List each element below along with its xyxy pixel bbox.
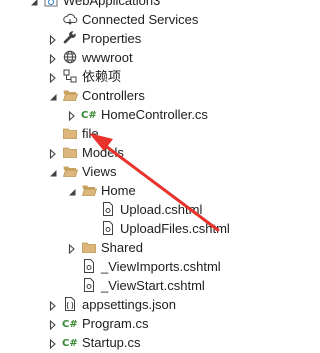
folder-open-icon <box>81 182 98 198</box>
tree-item-label: WebApplication3 <box>63 0 161 8</box>
tree-item[interactable]: C# Startup.cs <box>0 333 287 352</box>
tree-item-label: Connected Services <box>82 12 199 27</box>
csharp-file-icon: C# <box>62 334 78 350</box>
folder-open-icon <box>62 87 79 103</box>
collapsed-arrow-icon[interactable] <box>48 33 58 46</box>
tree-item-label: HomeController.cs <box>101 107 208 122</box>
tree-item[interactable]: appsettings.json <box>0 295 287 314</box>
collapsed-arrow-icon[interactable] <box>67 109 77 122</box>
razor-file-icon <box>100 201 116 217</box>
globe-icon <box>62 49 78 65</box>
wrench-icon <box>62 30 78 46</box>
tree-item-label: file <box>82 126 99 141</box>
tree-item[interactable]: Views <box>0 162 287 181</box>
tree-item[interactable]: _ViewStart.cshtml <box>0 276 287 295</box>
tree-item[interactable]: WebApplication3 <box>0 0 287 10</box>
expanded-arrow-icon[interactable] <box>29 0 39 6</box>
tree-item-label: appsettings.json <box>82 297 176 312</box>
collapsed-arrow-icon[interactable] <box>48 71 58 84</box>
razor-file-icon <box>100 220 116 236</box>
dependencies-icon <box>62 68 78 84</box>
tree-item-label: wwwroot <box>82 50 133 65</box>
collapsed-arrow-icon[interactable] <box>67 242 77 255</box>
tree-item-label: Controllers <box>82 88 145 103</box>
tree-item-label: Properties <box>82 31 142 46</box>
tree-item-label: UploadFiles.cshtml <box>120 221 230 236</box>
tree-item-label: _ViewStart.cshtml <box>101 278 205 293</box>
tree-item[interactable]: Connected Services <box>0 10 287 29</box>
connected-services-icon <box>62 11 78 27</box>
tree-item[interactable]: file <box>0 124 287 143</box>
tree-item[interactable]: UploadFiles.cshtml <box>0 219 287 238</box>
collapsed-arrow-icon[interactable] <box>48 299 58 312</box>
json-file-icon <box>62 296 78 312</box>
tree-item[interactable]: C# HomeController.cs <box>0 105 287 124</box>
tree-item-label: Models <box>82 145 124 160</box>
tree-item[interactable]: Controllers <box>0 86 287 105</box>
tree-item[interactable]: wwwroot <box>0 48 287 67</box>
tree-item-label: Program.cs <box>82 316 149 331</box>
tree-item-label: Startup.cs <box>82 335 141 350</box>
tree-item-label: Upload.cshtml <box>120 202 203 217</box>
folder-icon <box>81 239 97 255</box>
tree-item[interactable]: Properties <box>0 29 287 48</box>
folder-open-icon <box>62 163 79 179</box>
expanded-arrow-icon[interactable] <box>67 185 77 196</box>
tree-item-label: Home <box>101 183 136 198</box>
tree-item-label: Views <box>82 164 117 179</box>
csharp-file-icon: C# <box>81 106 97 122</box>
expanded-arrow-icon[interactable] <box>48 166 58 177</box>
tree-item[interactable]: 依赖项 <box>0 67 287 86</box>
collapsed-arrow-icon[interactable] <box>48 318 58 331</box>
tree-item[interactable]: Shared <box>0 238 287 257</box>
collapsed-arrow-icon[interactable] <box>48 52 58 65</box>
tree-item[interactable]: _ViewImports.cshtml <box>0 257 287 276</box>
svg-text:C#: C# <box>62 319 78 330</box>
svg-text:C#: C# <box>81 110 97 121</box>
folder-icon <box>62 144 78 160</box>
collapsed-arrow-icon[interactable] <box>48 337 58 350</box>
razor-file-icon <box>81 258 97 274</box>
razor-file-icon <box>81 277 97 293</box>
expanded-arrow-icon[interactable] <box>48 90 58 101</box>
tree-item[interactable]: Home <box>0 181 287 200</box>
tree-item[interactable]: C# Program.cs <box>0 314 287 333</box>
tree-item-label: _ViewImports.cshtml <box>101 259 221 274</box>
tree-item[interactable]: Upload.cshtml <box>0 200 287 219</box>
folder-icon <box>62 125 78 141</box>
collapsed-arrow-icon[interactable] <box>48 147 58 160</box>
tree-item-label: 依赖项 <box>82 69 122 84</box>
tree-item[interactable]: Models <box>0 143 287 162</box>
tree-item-label: Shared <box>101 240 143 255</box>
csharp-file-icon: C# <box>62 315 78 331</box>
solution-explorer-tree: WebApplication3 Connected Services Propert… <box>0 0 287 350</box>
project-icon <box>43 0 59 8</box>
